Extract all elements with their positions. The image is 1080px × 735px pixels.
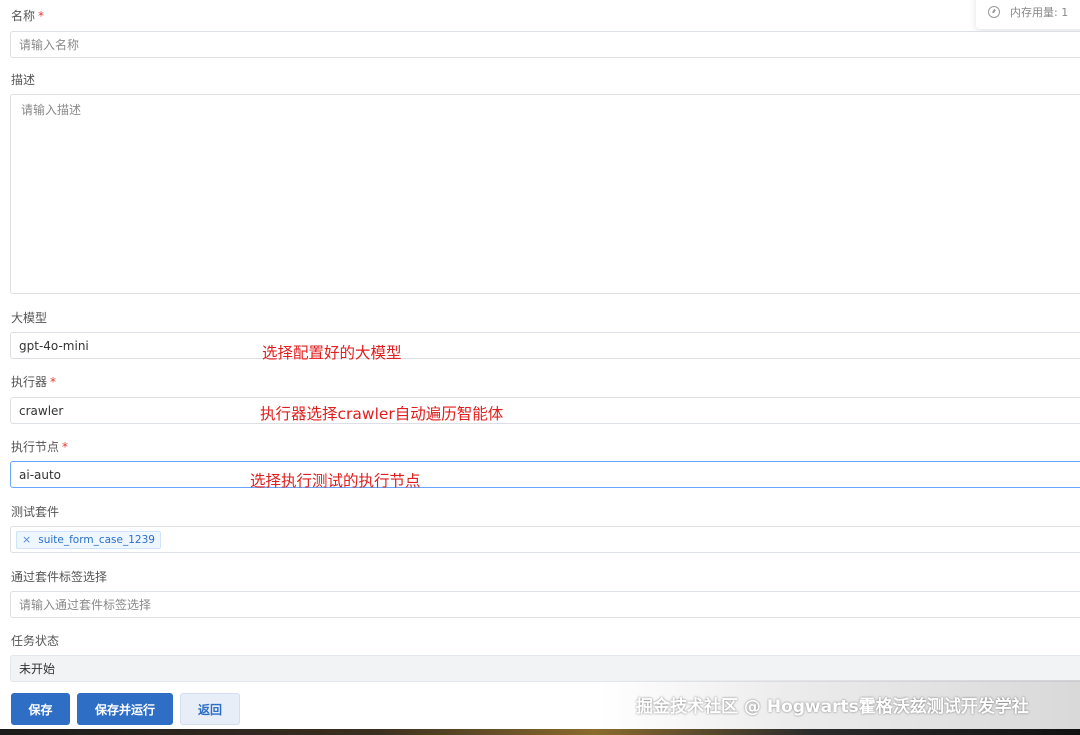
suite-tag-label: suite_form_case_1239	[38, 533, 155, 546]
name-label-text: 名称	[11, 9, 36, 23]
back-button[interactable]: 返回	[180, 693, 240, 725]
model-label: 大模型	[11, 311, 48, 325]
required-mark: *	[50, 375, 57, 389]
suite-tag-select-label: 通过套件标签选择	[11, 570, 108, 584]
memory-usage-label: 内存用量: 1	[1010, 5, 1069, 19]
suite-label: 测试套件	[11, 505, 60, 519]
bottom-edge	[0, 729, 1080, 735]
gauge-icon	[988, 5, 1000, 18]
name-label: 名称 *	[11, 7, 44, 24]
model-annotation: 选择配置好的大模型	[262, 344, 402, 362]
suite-tag: × suite_form_case_1239	[16, 530, 161, 549]
description-label: 描述	[11, 73, 36, 87]
save-and-run-button[interactable]: 保存并运行	[77, 693, 173, 725]
model-select-value: gpt-4o-mini	[19, 338, 89, 353]
status-value: 未开始	[19, 662, 56, 676]
status-label: 任务状态	[11, 634, 60, 648]
node-label-text: 执行节点	[11, 440, 60, 454]
name-placeholder: 请输入名称	[19, 38, 80, 52]
suite-tag-select[interactable]: 请输入通过套件标签选择	[10, 591, 1080, 618]
save-button[interactable]: 保存	[11, 693, 70, 725]
executor-label: 执行器 *	[11, 373, 56, 390]
node-annotation: 选择执行测试的执行节点	[250, 472, 421, 490]
suite-multiselect[interactable]: × suite_form_case_1239	[10, 526, 1080, 553]
suite-tag-select-placeholder: 请输入通过套件标签选择	[19, 598, 152, 612]
watermark: 掘金技术社区 @ Hogwarts霍格沃兹测试开发学社	[636, 697, 1029, 717]
node-select[interactable]: ai-auto	[10, 461, 1080, 488]
tag-close-icon[interactable]: ×	[22, 533, 31, 546]
node-select-value: ai-auto	[19, 467, 62, 482]
description-textarea[interactable]	[10, 94, 1080, 294]
executor-select-value: crawler	[19, 403, 64, 418]
model-select[interactable]: gpt-4o-mini	[10, 332, 1080, 359]
executor-annotation: 执行器选择crawler自动遍历智能体	[260, 405, 504, 423]
executor-label-text: 执行器	[11, 375, 48, 389]
executor-select[interactable]: crawler	[10, 397, 1080, 424]
node-label: 执行节点 *	[11, 438, 68, 455]
memory-usage-popover: 内存用量: 1	[976, 0, 1080, 29]
required-mark: *	[38, 9, 45, 23]
name-input[interactable]: 请输入名称	[10, 31, 1080, 58]
required-mark: *	[62, 440, 69, 454]
status-field: 未开始	[10, 655, 1080, 682]
